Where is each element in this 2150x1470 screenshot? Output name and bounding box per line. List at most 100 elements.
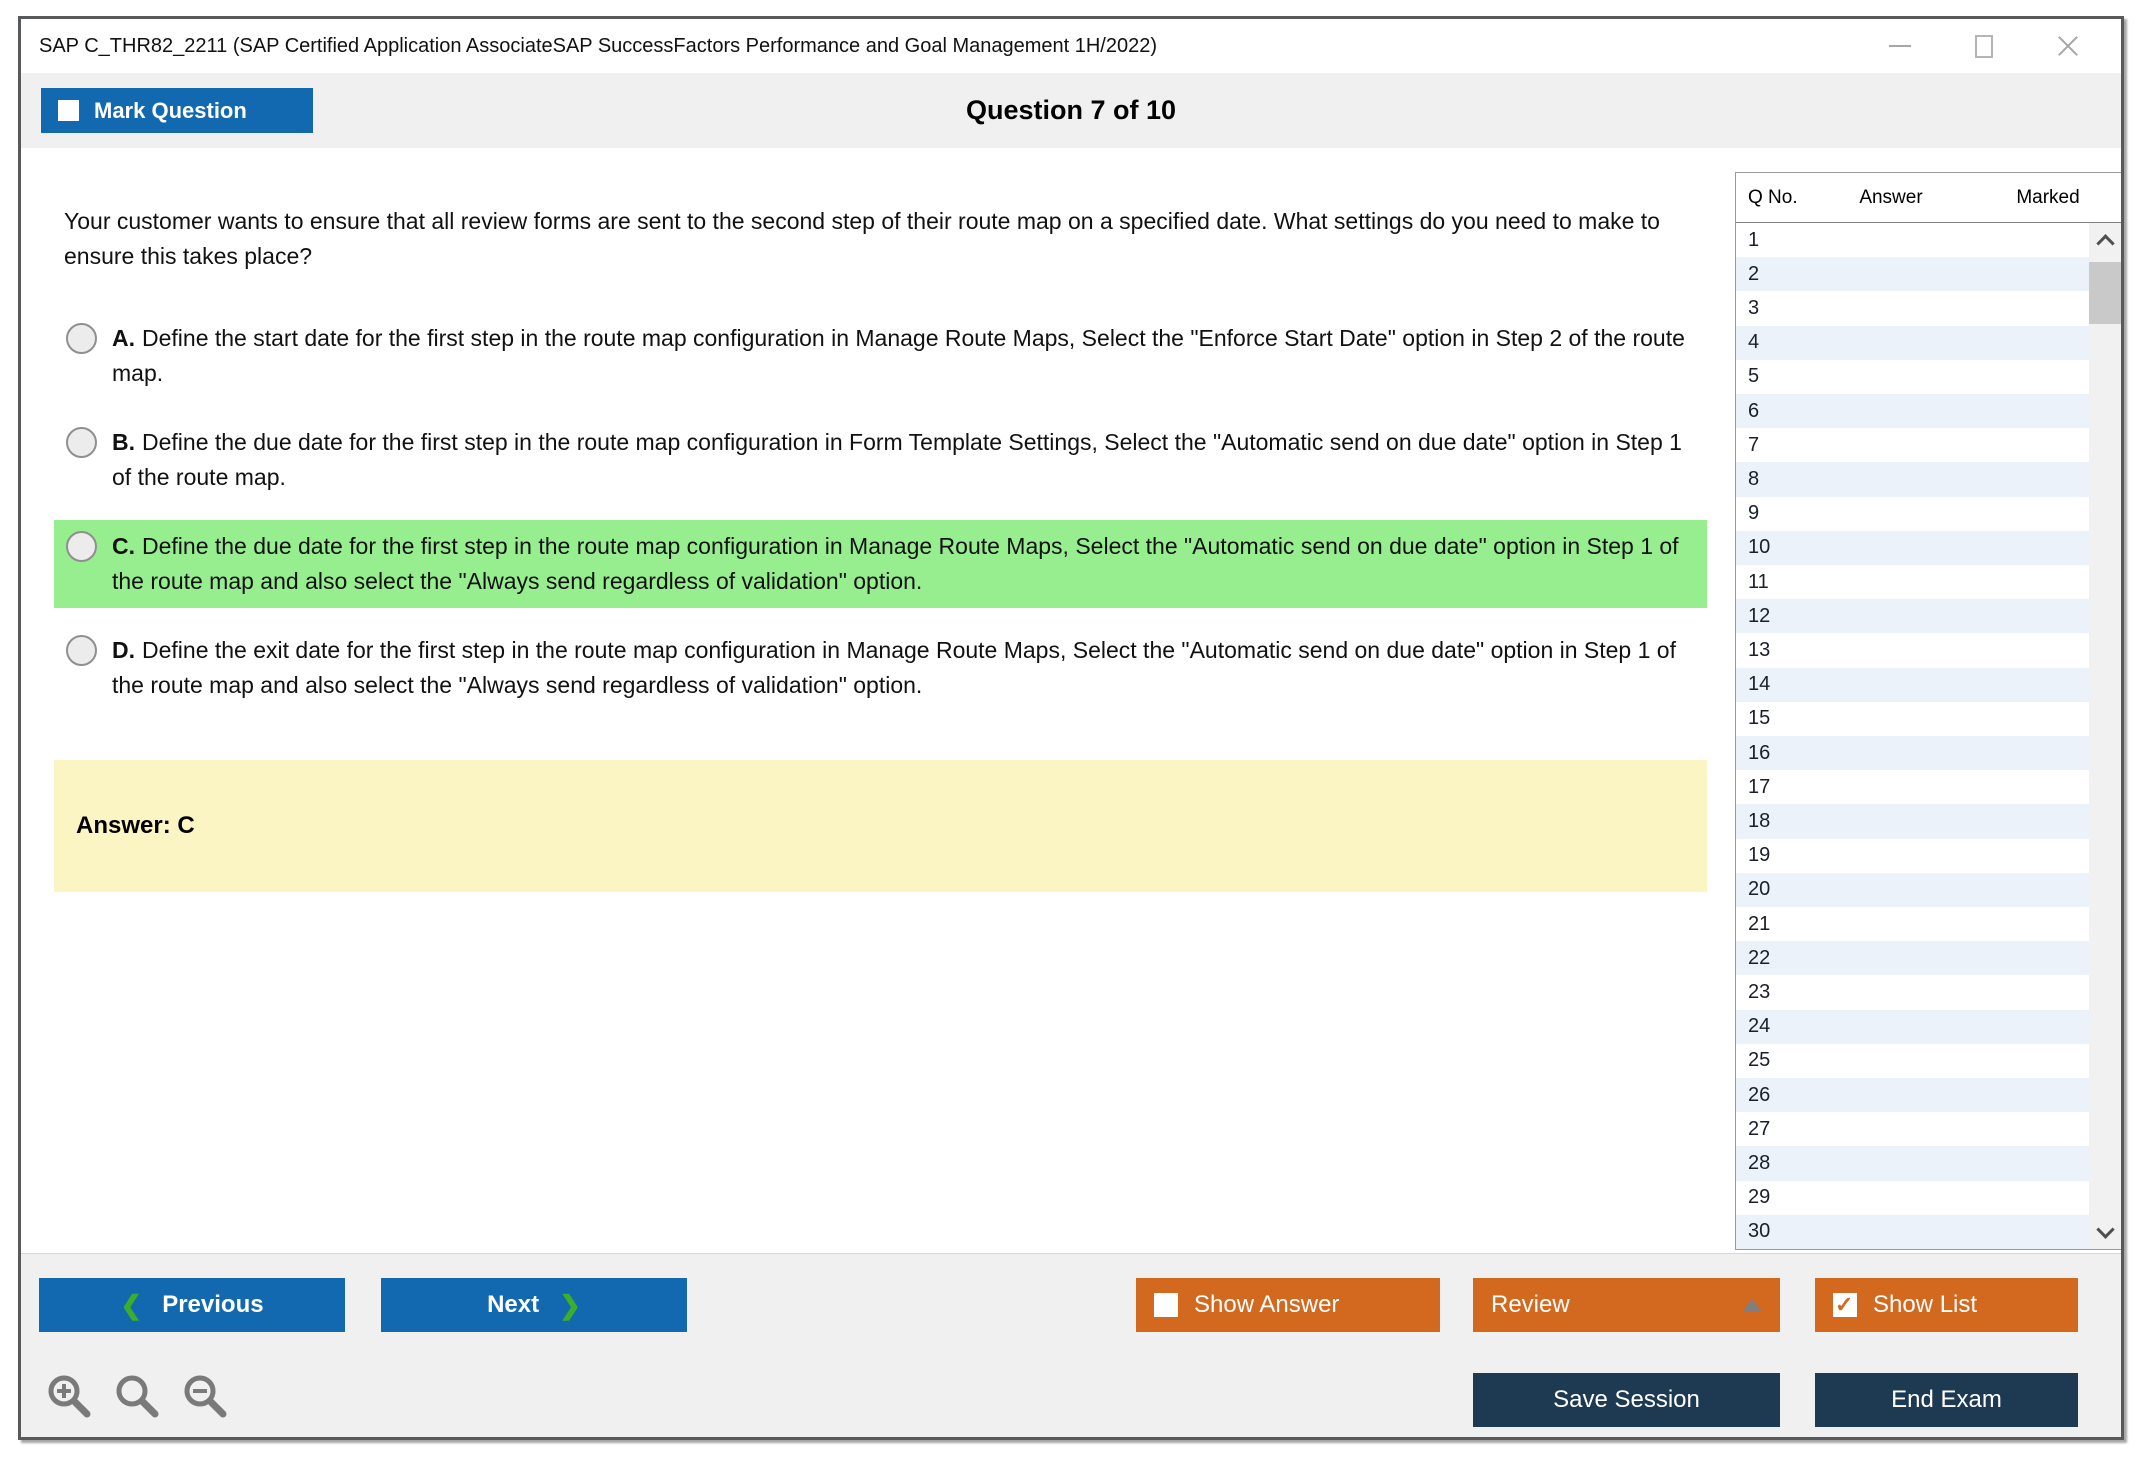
window-title: SAP C_THR82_2211 (SAP Certified Applicat…: [39, 34, 1158, 57]
question-number: 4: [1748, 331, 1760, 354]
option-a[interactable]: A. Define the start date for the first st…: [54, 312, 1707, 400]
question-list-row[interactable]: 5: [1736, 360, 2089, 394]
question-number: 13: [1748, 639, 1771, 662]
column-qno: Q No.: [1748, 186, 1798, 208]
column-marked: Marked: [2016, 186, 2080, 208]
show-list-label: Show List: [1873, 1291, 1978, 1318]
option-b[interactable]: B. Define the due date for the first step…: [54, 416, 1707, 504]
question-list-row[interactable]: 6: [1736, 394, 2089, 429]
question-list-row[interactable]: 9: [1736, 497, 2089, 531]
question-list-row[interactable]: 3: [1736, 291, 2089, 325]
option-c[interactable]: C. Define the due date for the first step…: [54, 520, 1707, 608]
question-number: 28: [1748, 1152, 1771, 1175]
question-list-row[interactable]: 11: [1736, 565, 2089, 599]
end-exam-label: End Exam: [1891, 1386, 2002, 1413]
question-list-row[interactable]: 27: [1736, 1112, 2089, 1146]
question-list-row[interactable]: 16: [1736, 736, 2089, 771]
option-d-text: D. Define the exit date for the first ste…: [112, 633, 1695, 703]
show-answer-label: Show Answer: [1194, 1291, 1340, 1318]
question-number: 14: [1748, 673, 1771, 696]
show-answer-button[interactable]: Show Answer: [1136, 1278, 1440, 1332]
question-number: 3: [1748, 297, 1760, 319]
option-c-radio[interactable]: [66, 531, 97, 562]
question-number: 11: [1748, 570, 1769, 593]
question-list-row[interactable]: 17: [1736, 770, 2089, 804]
option-c-body: Define the due date for the first step i…: [112, 533, 1679, 594]
option-d-body: Define the exit date for the first step …: [112, 637, 1676, 698]
question-list-row[interactable]: 15: [1736, 702, 2089, 736]
save-session-label: Save Session: [1553, 1386, 1700, 1413]
option-d-radio[interactable]: [66, 635, 97, 666]
save-session-button[interactable]: Save Session: [1473, 1373, 1780, 1427]
question-list-scrollbar[interactable]: [2089, 223, 2121, 1249]
question-counter: Question 7 of 10: [965, 95, 1177, 125]
question-list-row[interactable]: 1: [1736, 223, 2089, 257]
question-list-row[interactable]: 26: [1736, 1078, 2089, 1113]
previous-button[interactable]: Previous: [39, 1278, 345, 1332]
question-list-row[interactable]: 28: [1736, 1146, 2089, 1181]
question-list-row[interactable]: 23: [1736, 975, 2089, 1009]
question-list-row[interactable]: 21: [1736, 907, 2089, 941]
zoom-reset-icon[interactable]: [113, 1372, 163, 1422]
question-list-row[interactable]: 10: [1736, 530, 2089, 566]
question-list-row[interactable]: 12: [1736, 599, 2089, 634]
option-b-radio[interactable]: [66, 427, 97, 458]
question-list-row[interactable]: 4: [1736, 325, 2089, 360]
question-number: 5: [1748, 365, 1760, 388]
zoom-in-icon[interactable]: [45, 1372, 95, 1422]
topbar: Mark Question Question 7 of 10: [21, 73, 2121, 148]
scroll-up-button[interactable]: [2089, 223, 2121, 257]
exam-window: SAP C_THR82_2211 (SAP Certified Applicat…: [18, 16, 2124, 1440]
close-button[interactable]: [2055, 33, 2081, 59]
scroll-down-button[interactable]: [2089, 1215, 2121, 1249]
review-button[interactable]: Review: [1473, 1278, 1780, 1332]
chevron-up-icon: [2095, 233, 2115, 253]
question-list-row[interactable]: 25: [1736, 1044, 2089, 1078]
show-answer-checkbox-icon: [1154, 1293, 1178, 1317]
minimize-button[interactable]: [1887, 33, 1913, 59]
scrollbar-thumb[interactable]: [2089, 262, 2121, 324]
question-list-row[interactable]: 19: [1736, 839, 2089, 873]
mark-question-button[interactable]: Mark Question: [41, 88, 313, 133]
option-a-text: A. Define the start date for the first st…: [112, 321, 1695, 391]
question-number: 12: [1748, 604, 1771, 627]
question-number: 2: [1748, 262, 1760, 285]
question-list-row[interactable]: 29: [1736, 1181, 2089, 1215]
zoom-out-icon[interactable]: [181, 1372, 231, 1422]
question-number: 18: [1748, 810, 1771, 833]
question-list-row[interactable]: 8: [1736, 462, 2089, 497]
question-list-row[interactable]: 7: [1736, 428, 2089, 462]
question-list-row[interactable]: 22: [1736, 941, 2089, 976]
question-list-body: 1 2 3 4 5 6 7 8 9 10 11 12 13 14 15 16 1…: [1736, 223, 2121, 1249]
option-d-letter: D.: [112, 637, 135, 663]
question-list-row[interactable]: 2: [1736, 257, 2089, 292]
minimize-icon: [1889, 45, 1911, 47]
question-number: 7: [1748, 433, 1760, 456]
option-d[interactable]: D. Define the exit date for the first ste…: [54, 624, 1707, 712]
question-list-header: Q No. Answer Marked: [1736, 173, 2121, 223]
close-icon: [2056, 34, 2080, 58]
question-list-row[interactable]: 13: [1736, 633, 2089, 667]
question-number: 17: [1748, 775, 1771, 798]
next-button[interactable]: Next: [381, 1278, 687, 1332]
maximize-button[interactable]: [1971, 33, 1997, 59]
question-number: 20: [1748, 878, 1771, 901]
option-a-radio[interactable]: [66, 323, 97, 354]
question-list-row[interactable]: 18: [1736, 804, 2089, 839]
question-list-row[interactable]: 14: [1736, 667, 2089, 702]
question-number: 30: [1748, 1220, 1771, 1243]
question-list-row[interactable]: 20: [1736, 872, 2089, 908]
question-text: Your customer wants to ensure that all r…: [64, 208, 1660, 269]
question-list-row[interactable]: 30: [1736, 1214, 2089, 1249]
question-number: 15: [1748, 707, 1771, 730]
question-list-panel: Q No. Answer Marked 1 2 3 4 5 6 7 8 9 10…: [1735, 172, 2121, 1250]
question-number: 6: [1748, 399, 1760, 422]
option-c-letter: C.: [112, 533, 135, 559]
answer-box: Answer: C: [54, 760, 1707, 892]
show-list-button[interactable]: Show List: [1815, 1278, 2078, 1332]
question-list-row[interactable]: 24: [1736, 1009, 2089, 1044]
question-number: 25: [1748, 1049, 1771, 1072]
end-exam-button[interactable]: End Exam: [1815, 1373, 2078, 1427]
titlebar: SAP C_THR82_2211 (SAP Certified Applicat…: [21, 19, 2121, 73]
footer: Previous Next Show Answer Review Show Li…: [21, 1253, 2121, 1437]
